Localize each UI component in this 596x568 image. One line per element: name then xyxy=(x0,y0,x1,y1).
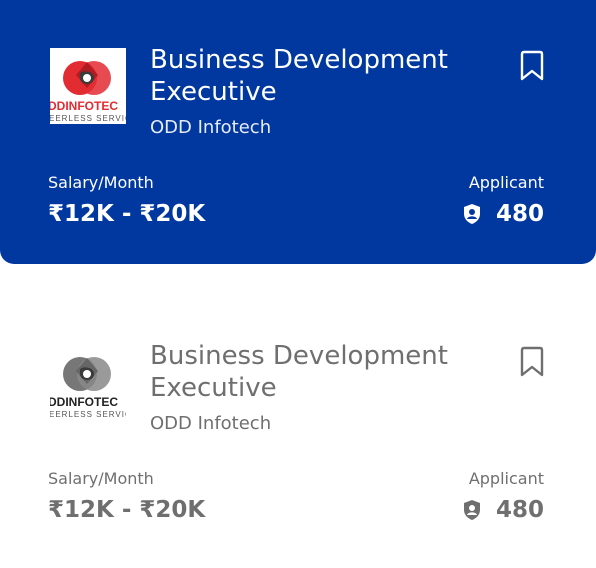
user-shield-icon xyxy=(463,500,480,520)
logo-text-sub: EERLESS SERVIC xyxy=(50,114,126,123)
salary-label: Salary/Month xyxy=(48,469,154,488)
salary-value: ₹12K - ₹20K xyxy=(48,201,206,227)
odd-infotech-logo-icon: DDINFOTEC EERLESS SERVIC xyxy=(50,48,126,124)
job-title: Business Development Executive xyxy=(150,45,448,107)
applicant-label: Applicant xyxy=(468,173,544,192)
bookmark-button[interactable] xyxy=(518,346,546,378)
bookmark-button[interactable] xyxy=(518,50,546,82)
company-logo: DDINFOTEC EERLESS SERVIC xyxy=(50,344,126,420)
logo-text-main: DDINFOTEC xyxy=(50,99,118,113)
applicant-label: Applicant xyxy=(468,469,544,488)
company-name: ODD Infotech xyxy=(150,413,272,434)
applicant-row: 480 xyxy=(462,198,544,230)
user-shield-icon xyxy=(463,204,480,224)
salary-label: Salary/Month xyxy=(48,173,154,192)
logo-text-sub: EERLESS SERVIC xyxy=(50,410,126,419)
applicant-count: 480 xyxy=(495,201,544,227)
job-card-inactive[interactable]: DDINFOTEC EERLESS SERVIC Business Develo… xyxy=(0,296,596,568)
applicant-row: 480 xyxy=(462,494,544,526)
odd-infotech-logo-grayscale-icon: DDINFOTEC EERLESS SERVIC xyxy=(50,344,126,420)
company-logo: DDINFOTEC EERLESS SERVIC xyxy=(50,48,126,124)
job-card-active[interactable]: DDINFOTEC EERLESS SERVIC Business Develo… xyxy=(0,0,596,264)
bookmark-icon xyxy=(520,346,544,377)
company-name: ODD Infotech xyxy=(150,117,272,138)
applicant-count: 480 xyxy=(495,497,544,523)
job-title: Business Development Executive xyxy=(150,341,448,403)
logo-text-main: DDINFOTEC xyxy=(50,395,118,409)
bookmark-icon xyxy=(520,50,544,81)
salary-value: ₹12K - ₹20K xyxy=(48,497,206,523)
